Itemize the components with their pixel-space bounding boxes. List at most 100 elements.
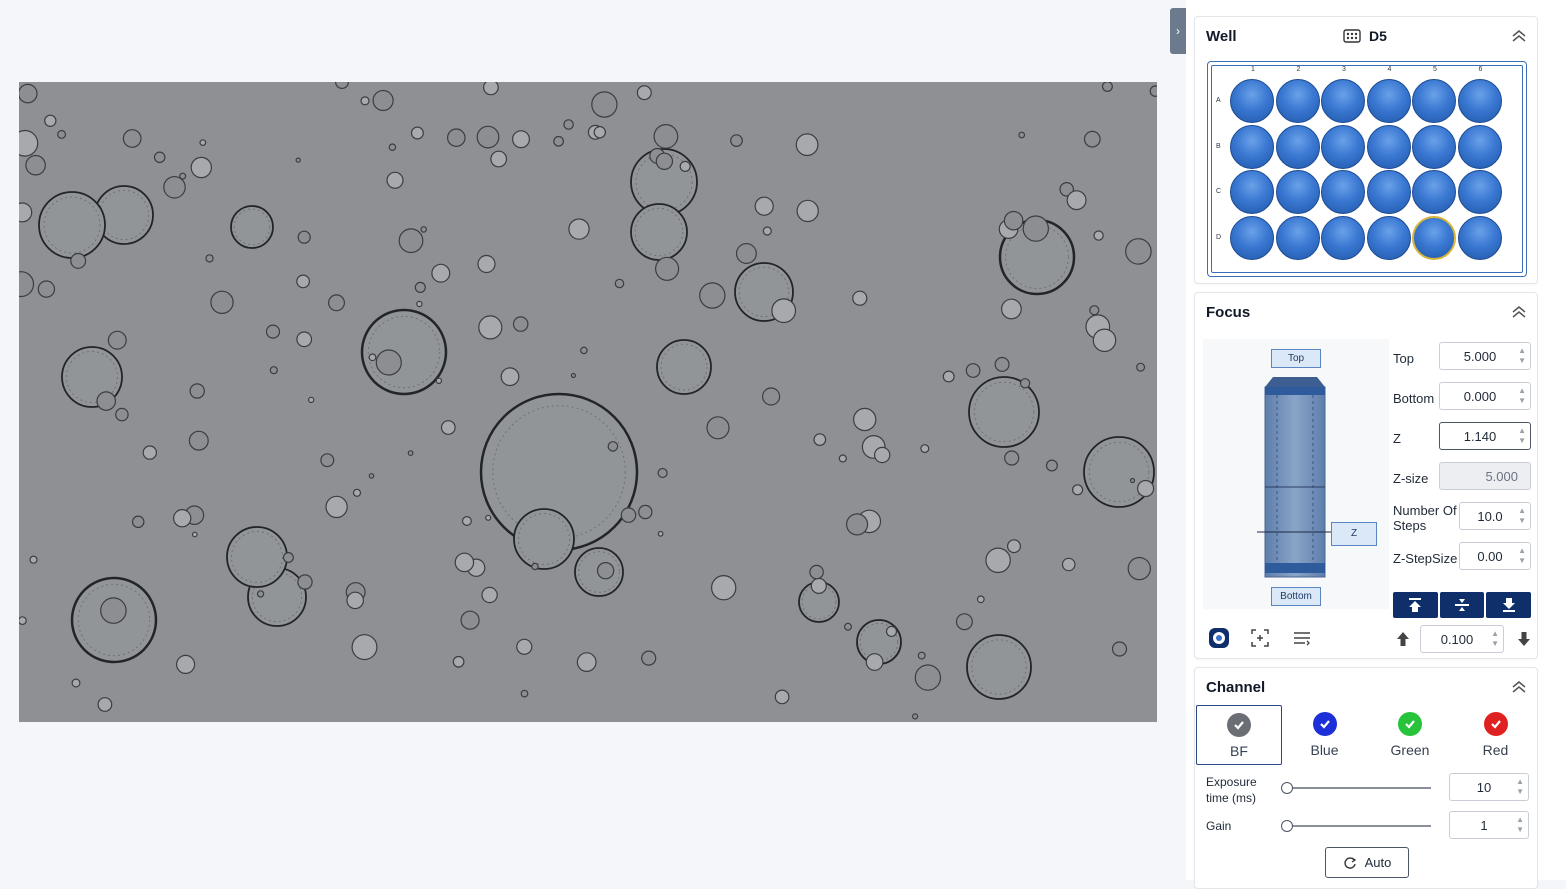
well-A2[interactable] [1275,79,1320,123]
channel-name: BF [1230,743,1248,759]
well-D3[interactable] [1321,215,1365,260]
selected-well-label: D5 [1369,28,1387,44]
focus-region-icon[interactable] [1249,627,1271,649]
well-A5[interactable] [1412,79,1456,123]
collapse-up-icon[interactable] [1511,28,1527,44]
well-D4[interactable] [1366,215,1411,260]
z-stack-visual: Top Z Bottom [1203,339,1389,609]
well-C6[interactable] [1457,170,1502,214]
step-up-icon[interactable] [1396,631,1410,647]
move-to-center-button[interactable] [1439,592,1485,618]
well-A6[interactable] [1457,79,1502,123]
plate-column-label: 4 [1387,66,1392,73]
focus-card: Focus Top Z Bottom Top 5.000 ▲ ▼ Bottom 0.… [1194,292,1538,659]
plate-column-label: 6 [1478,66,1483,73]
exposure-label: Exposure time (ms) [1206,775,1257,805]
channel-blue-button[interactable]: Blue [1282,705,1368,765]
well-D1[interactable] [1230,215,1274,260]
channel-bf-button[interactable]: BF [1196,705,1282,765]
plate-row-label: D [1216,233,1222,241]
collapse-up-icon[interactable] [1511,304,1527,320]
spin-arrows-icon[interactable]: ▲ ▼ [1518,546,1526,566]
exposure-input[interactable]: 10 ▲ ▼ [1449,773,1529,801]
gain-input[interactable]: 1 ▲ ▼ [1449,811,1529,839]
move-center-icon [1455,599,1469,611]
plate-column-label: 3 [1342,66,1346,73]
focus-header: Focus [1195,293,1537,331]
well-C3[interactable] [1321,170,1365,214]
spin-arrows-icon[interactable]: ▲ ▼ [1491,629,1499,649]
collapse-panel-tab[interactable]: › [1170,8,1186,54]
well-C2[interactable] [1275,170,1320,214]
z-input[interactable]: 1.140 ▲ ▼ [1439,422,1531,450]
channel-header: Channel [1195,668,1537,706]
check-icon [1227,713,1251,737]
zsize-input: 5.000 [1439,462,1531,490]
exposure-slider[interactable] [1281,782,1431,794]
steps-input[interactable]: 10.0 ▲ ▼ [1459,502,1531,530]
channel-name: Blue [1310,742,1339,758]
move-to-top-button[interactable] [1393,592,1438,618]
z-move-toolbar [1393,592,1532,618]
well-C5[interactable] [1412,170,1456,214]
move-to-bottom-button[interactable] [1486,592,1532,618]
well-A3[interactable] [1321,79,1365,123]
plate-row-label: A [1216,97,1221,104]
move-bottom-icon [1502,598,1515,612]
well-D2[interactable] [1275,215,1320,260]
spin-arrows-icon[interactable]: ▲ ▼ [1518,506,1526,526]
well-A4[interactable] [1366,79,1411,123]
auto-refresh-icon [1344,856,1356,869]
spin-arrows-icon[interactable]: ▲ ▼ [1518,426,1526,446]
top-button[interactable]: Top [1271,349,1321,368]
collapse-up-icon[interactable] [1511,679,1527,695]
channel-red-button[interactable]: Red [1453,705,1539,765]
spin-arrows-icon[interactable]: ▲ ▼ [1516,777,1524,797]
well-B6[interactable] [1457,124,1502,169]
well-title: Well [1206,27,1237,45]
stepsize-input[interactable]: 0.00 ▲ ▼ [1459,542,1531,570]
autofocus-icon[interactable] [1208,627,1230,649]
chevron-right-icon: › [1176,24,1180,38]
z-label: Z [1393,431,1401,446]
channel-green-button[interactable]: Green [1367,705,1453,765]
stepsize-label: Z-StepSize [1393,551,1458,566]
spin-arrows-icon[interactable]: ▲ ▼ [1518,346,1526,366]
well-B4[interactable] [1366,124,1411,169]
well-header: Well D5 [1195,17,1537,55]
list-settings-icon[interactable] [1291,627,1313,649]
gain-label: Gain [1206,819,1232,833]
step-down-icon[interactable] [1517,631,1531,647]
well-plate: 1 2 3 4 5 6 A B C D [1207,61,1527,277]
top-input[interactable]: 5.000 ▲ ▼ [1439,342,1531,370]
auto-button[interactable]: Auto [1325,847,1409,878]
bottom-input[interactable]: 0.000 ▲ ▼ [1439,382,1531,410]
well-C1[interactable] [1230,170,1274,214]
spin-arrows-icon[interactable]: ▲ ▼ [1518,386,1526,406]
step-input[interactable]: 0.100 ▲ ▼ [1420,625,1504,653]
channel-name: Red [1482,742,1509,758]
check-icon [1398,712,1422,736]
microscope-image-view[interactable] [19,82,1157,722]
bottom-button[interactable]: Bottom [1271,587,1321,606]
well-B1[interactable] [1230,124,1274,169]
selected-well: D5 [1343,28,1387,44]
spin-arrows-icon[interactable]: ▲ ▼ [1516,815,1524,835]
well-D6[interactable] [1457,215,1502,260]
well-D5[interactable] [1412,215,1456,260]
exposure-slider-handle[interactable] [1281,782,1293,794]
move-top-icon [1409,598,1422,612]
channel-name: Green [1390,742,1430,758]
well-B2[interactable] [1275,124,1320,169]
well-C4[interactable] [1366,170,1411,214]
well-B3[interactable] [1321,124,1365,169]
steps-label: Number Of Steps [1393,503,1457,533]
well-B5[interactable] [1412,124,1456,169]
top-label: Top [1393,351,1414,366]
gain-slider[interactable] [1281,820,1431,832]
well-A1[interactable] [1230,79,1274,123]
z-button[interactable]: Z [1331,522,1377,546]
gain-slider-handle[interactable] [1281,820,1293,832]
right-panel: Well D5 123456ABCD Focus Top Z Bottom To… [1186,0,1566,889]
channel-title: Channel [1206,678,1266,696]
